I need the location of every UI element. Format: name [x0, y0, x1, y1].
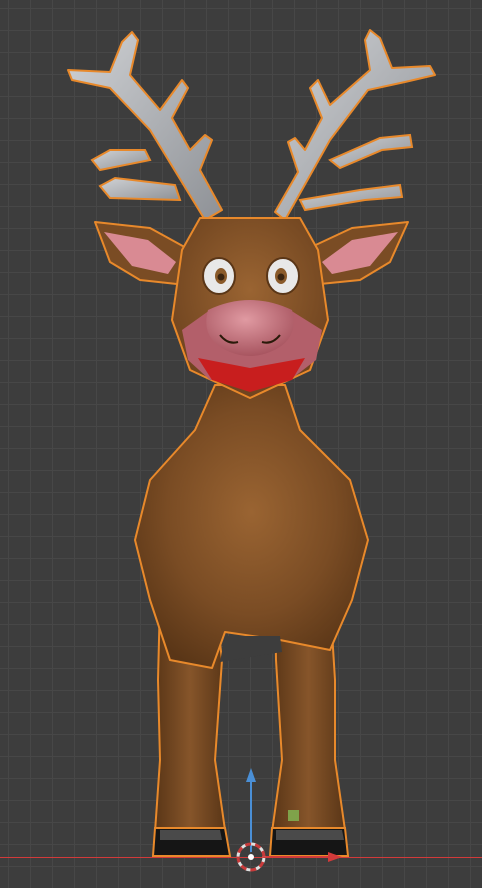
- origin-marker-icon[interactable]: [288, 810, 299, 821]
- z-axis-arrow-icon[interactable]: [246, 768, 256, 852]
- left-antler: [67, 31, 223, 221]
- reindeer-model[interactable]: [0, 0, 482, 888]
- body: [134, 384, 369, 669]
- right-eye: [266, 257, 300, 295]
- left-eye: [202, 257, 236, 295]
- right-antler: [274, 29, 436, 221]
- left-ear: [94, 221, 191, 286]
- 3d-viewport[interactable]: [0, 0, 482, 888]
